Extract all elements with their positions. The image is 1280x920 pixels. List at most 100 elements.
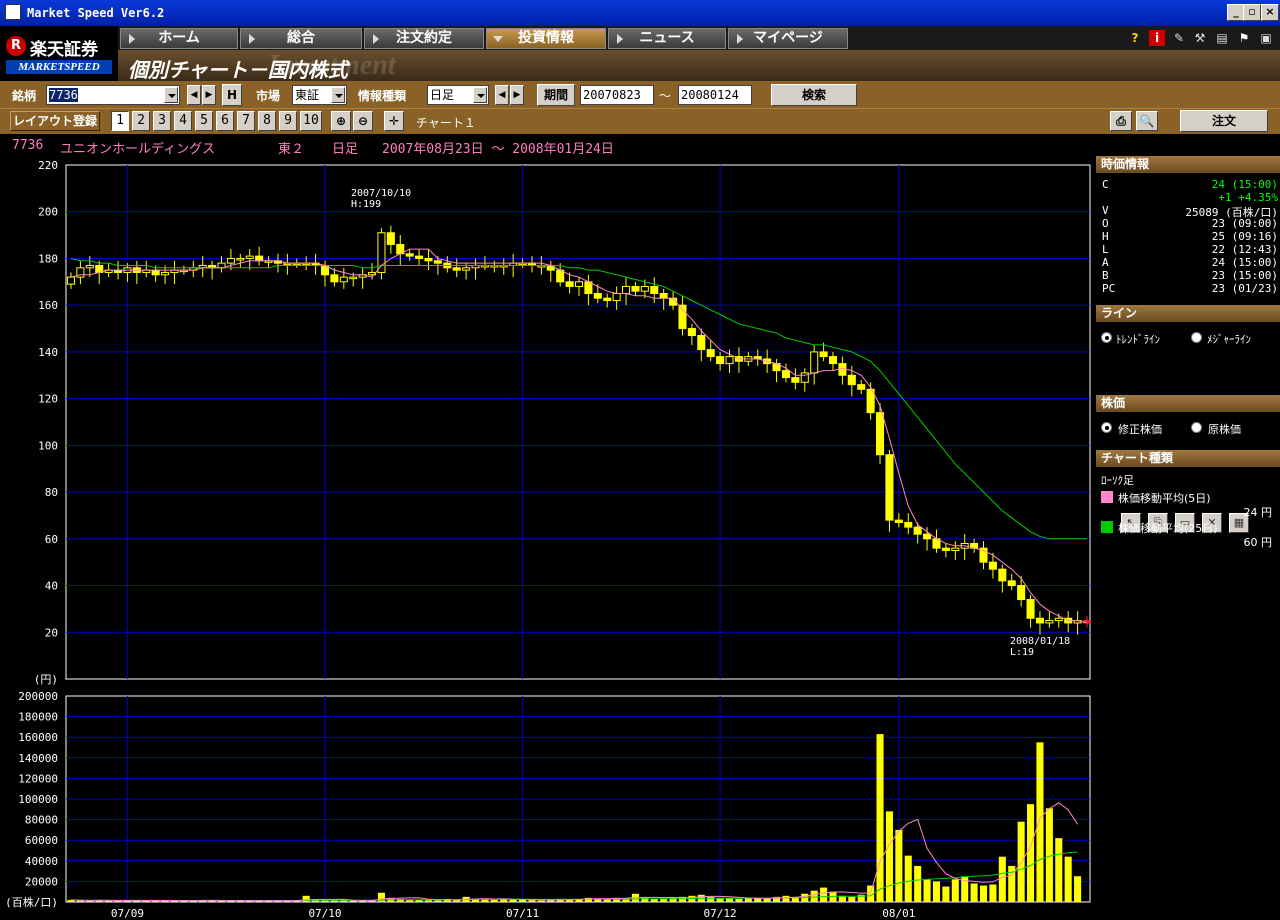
layout-5-button[interactable]: 5 [195, 111, 213, 131]
trendline-radio[interactable] [1101, 332, 1112, 343]
volume-bar [377, 892, 385, 902]
zoom-out-icon[interactable]: ⊖ [353, 111, 373, 131]
candle-body [819, 351, 828, 358]
candle-body [612, 293, 621, 302]
volume-bar [932, 881, 941, 902]
help-icon[interactable]: ? [1127, 30, 1143, 46]
layout-register-button[interactable]: レイアウト登録 [10, 111, 100, 131]
volume-tick-label: 160000 [18, 731, 58, 744]
layout-1-button[interactable]: 1 [111, 111, 129, 131]
preview-icon[interactable]: 🔍 [1136, 111, 1158, 131]
low-annotation-date: 2008/01/18 [1010, 636, 1070, 647]
zoom-in-icon[interactable]: ⊕ [331, 111, 351, 131]
dropdown-arrow-icon[interactable] [164, 87, 178, 103]
window-list-icon[interactable]: ▤ [1214, 30, 1230, 46]
volume-bar [895, 829, 903, 902]
candle-body [876, 412, 885, 456]
layout-6-button[interactable]: 6 [216, 111, 234, 131]
line-header: ライン [1096, 305, 1280, 322]
tab-investment-info[interactable]: 投資情報 [486, 28, 606, 49]
close-button[interactable]: × [1261, 4, 1279, 21]
layout-3-button[interactable]: 3 [153, 111, 171, 131]
book-icon[interactable]: i [1149, 30, 1165, 46]
info-prev-button[interactable]: ◀ [495, 85, 509, 105]
adjusted-price-radio[interactable] [1101, 422, 1112, 433]
candle-body [631, 285, 640, 292]
volume-bar [1027, 804, 1035, 902]
period-from-input[interactable]: 20070823 [580, 85, 654, 105]
candle-body [85, 264, 94, 269]
layout-7-button[interactable]: 7 [237, 111, 255, 131]
tab-mypage[interactable]: マイページ [728, 28, 848, 49]
candle-body [386, 232, 395, 245]
candle-body [697, 335, 706, 351]
order-button[interactable]: 注文 [1180, 110, 1268, 132]
volume-bar [820, 887, 828, 902]
candle-body [603, 297, 612, 302]
symbol-next-button[interactable]: ▶ [202, 85, 216, 105]
dropdown-arrow-icon[interactable] [473, 87, 487, 103]
side-panel: 時価情報 C 24 (15:00) +1 +4.35% V 25089 (百株/口) O 2… [1096, 156, 1280, 920]
crosshair-icon[interactable]: ✛ [384, 111, 404, 131]
candle-body [716, 356, 725, 365]
x-tick-label: 07/12 [704, 907, 737, 920]
candle-body [791, 377, 800, 383]
tools-icon[interactable]: ✎ [1171, 30, 1187, 46]
price-tick-label: 140 [38, 346, 58, 359]
candle-body [988, 561, 997, 570]
layout-2-button[interactable]: 2 [132, 111, 150, 131]
dropdown-arrow-icon[interactable] [331, 87, 345, 103]
stock-info-line: 7736 ユニオンホールディングス 東２ 日足 2007年08月23日 ～ 20… [0, 134, 1280, 157]
volume-bar [1064, 856, 1072, 902]
volume-bar [970, 883, 978, 902]
print-icon[interactable]: ⎙ [1110, 111, 1132, 131]
price-row: H 25 (09:16) [1102, 230, 1278, 243]
ma5-swatch [1101, 491, 1113, 503]
moving-average-lines [70, 248, 1088, 902]
candle-body [1017, 585, 1026, 601]
app-icon [5, 4, 21, 20]
price-tick-label: 220 [38, 159, 58, 172]
tab-summary[interactable]: 総合 [240, 28, 362, 49]
candle-body [245, 255, 254, 259]
symbol-prev-button[interactable]: ◀ [187, 85, 201, 105]
volume-bar [979, 885, 988, 902]
market-select[interactable]: 東証 [292, 85, 347, 105]
layout-8-button[interactable]: 8 [258, 111, 276, 131]
volume-bar [998, 856, 1006, 902]
tab-news[interactable]: ニュース [608, 28, 726, 49]
volume-tick-label: 120000 [18, 772, 58, 785]
volume-tick-label: 180000 [18, 711, 58, 724]
h-button[interactable]: H [222, 84, 242, 106]
measure-line-radio[interactable] [1191, 332, 1202, 343]
high-annotation-value: H:199 [351, 199, 381, 210]
low-annotation-value: L:19 [1010, 647, 1034, 658]
layout-4-button[interactable]: 4 [174, 111, 192, 131]
brand-name: 楽天証券 [30, 40, 98, 60]
price-row-value: 24 (15:00) [1211, 256, 1278, 269]
layout-10-button[interactable]: 10 [300, 111, 322, 131]
volume-bar [424, 900, 433, 902]
layout-9-button[interactable]: 9 [279, 111, 297, 131]
info-next-button[interactable]: ▶ [510, 85, 524, 105]
search-button[interactable]: 検索 [771, 84, 857, 106]
info-type-select[interactable]: 日足 [427, 85, 489, 105]
raw-price-radio[interactable] [1191, 422, 1202, 433]
symbol-input[interactable]: 7736 [46, 85, 180, 105]
hammer-icon[interactable]: ⚒ [1192, 30, 1208, 46]
restore-button[interactable]: ▫ [1243, 4, 1261, 21]
flag-icon[interactable]: ⚑ [1236, 30, 1252, 46]
display-icon[interactable]: ▣ [1258, 30, 1274, 46]
period-to-input[interactable]: 20080124 [678, 85, 752, 105]
volume-tick-label: 200000 [18, 690, 58, 703]
price-tick-label: 200 [38, 206, 58, 219]
candle-body [810, 351, 819, 374]
period-button[interactable]: 期間 [537, 84, 575, 106]
ma25-label: 株価移動平均(25日) [1118, 522, 1218, 535]
tab-orders[interactable]: 注文約定 [364, 28, 484, 49]
price-tick-label: 120 [38, 393, 58, 406]
tab-home[interactable]: ホーム [120, 28, 238, 49]
title-bar[interactable]: Market Speed Ver6.2 _ ▫ × [0, 0, 1280, 26]
price-candles [66, 225, 1092, 635]
stock-chart[interactable]: 20 40 60 80 100 120 140 160 180 200 220 (円) 20000 400… [0, 156, 1096, 920]
